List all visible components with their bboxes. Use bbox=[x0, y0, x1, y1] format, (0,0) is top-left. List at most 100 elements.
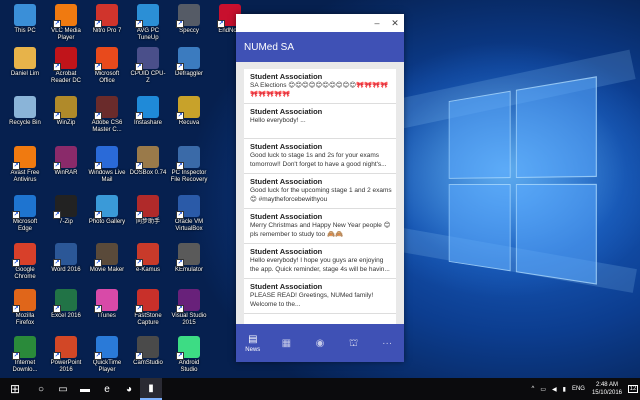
start-button[interactable]: ⊞ bbox=[0, 378, 30, 400]
desktop-shortcut[interactable]: ↗ Oracle VM VirtualBox bbox=[170, 195, 208, 233]
edge-icon: e bbox=[104, 383, 110, 395]
desktop-shortcut[interactable]: ↗ PC Inspector File Recovery bbox=[170, 146, 208, 184]
shortcut-arrow-icon: ↗ bbox=[94, 211, 102, 219]
desktop-shortcut[interactable]: ↗ CPUID CPU-Z bbox=[129, 47, 167, 85]
system-tray: ^ ▭ ◀ ▮ ENG 2:48 AM 15/10/2016 12 bbox=[529, 378, 640, 400]
nav-item-profile[interactable]: ◉ bbox=[303, 324, 337, 362]
news-post-card[interactable]: Student Association Good luck for the upc… bbox=[244, 174, 396, 209]
desktop-shortcut[interactable]: ↗ DOSBox 0.74 bbox=[129, 146, 167, 177]
nav-item-calendar[interactable]: ▦ bbox=[270, 324, 304, 362]
desktop-shortcut[interactable]: ↗ WinRAR bbox=[47, 146, 85, 177]
desktop-shortcut[interactable]: ↗ FastStone Capture bbox=[129, 289, 167, 327]
search-button[interactable]: ○ bbox=[30, 378, 52, 400]
profile-icon: ◉ bbox=[315, 337, 325, 349]
desktop-shortcut[interactable]: ↗ Avast Free Antivirus bbox=[6, 146, 44, 184]
desktop-shortcut[interactable]: ↗ e-Kamus bbox=[129, 243, 167, 274]
desktop-shortcut[interactable]: ↗ Defraggler bbox=[170, 47, 208, 78]
desktop-shortcut[interactable]: ↗ Google Chrome bbox=[6, 243, 44, 281]
battery-icon[interactable]: ▮ bbox=[560, 386, 569, 393]
app-bar: NUMed SA bbox=[236, 32, 404, 62]
desktop-shortcut[interactable]: ↗ Nitro Pro 7 bbox=[88, 4, 126, 35]
user-folder-icon bbox=[14, 47, 36, 69]
minimize-button[interactable]: – bbox=[368, 14, 386, 32]
network-icon[interactable]: ▭ bbox=[537, 386, 549, 393]
shortcut-arrow-icon: ↗ bbox=[53, 63, 61, 71]
shortcut-arrow-icon: ↗ bbox=[135, 162, 143, 170]
desktop-shortcut[interactable]: Daniel Lim bbox=[6, 47, 44, 78]
close-button[interactable]: ✕ bbox=[386, 14, 404, 32]
desktop-shortcut[interactable]: ↗ Excel 2016 bbox=[47, 289, 85, 320]
news-post-card[interactable]: Student Association Hello everybody! I ho… bbox=[244, 244, 396, 279]
news-post-card[interactable]: Student Association PLEASE READ! Greeting… bbox=[244, 279, 396, 314]
desktop-shortcut-label: VLC Media Player bbox=[51, 28, 81, 41]
desktop-shortcut[interactable]: ↗ PowerPoint 2016 bbox=[47, 336, 85, 374]
desktop-shortcut[interactable]: ↗ Mozilla Firefox bbox=[6, 289, 44, 327]
visual-studio-icon: ↗ bbox=[176, 289, 200, 313]
taskbar-app-button[interactable]: ◕ bbox=[118, 378, 140, 400]
desktop-shortcut[interactable]: ↗ Microsoft Office bbox=[88, 47, 126, 85]
more-icon: ··· bbox=[382, 337, 393, 349]
shortcut-arrow-icon: ↗ bbox=[94, 305, 102, 313]
desktop-shortcut[interactable]: ↗ CamStudio bbox=[129, 336, 167, 367]
news-post-card[interactable]: Student Association Merry Christmas and H… bbox=[244, 209, 396, 244]
notification-count: 12 bbox=[627, 385, 639, 393]
chrome-icon: ◕ bbox=[125, 383, 133, 395]
post-title: Student Association bbox=[250, 107, 323, 116]
desktop-shortcut[interactable]: ↗ Internet Downlo... bbox=[6, 336, 44, 374]
window-titlebar[interactable]: – ✕ bbox=[236, 14, 404, 32]
desktop-shortcut-label: Daniel Lim bbox=[10, 71, 40, 77]
news-icon: ▤ bbox=[248, 333, 258, 345]
action-center-button[interactable]: 12 bbox=[626, 378, 640, 400]
desktop-shortcut-label: Recuva bbox=[178, 120, 200, 126]
desktop-shortcut[interactable]: ↗ Movie Maker bbox=[88, 243, 126, 274]
desktop-shortcut[interactable]: ↗ KEmulator bbox=[170, 243, 208, 274]
news-post-card[interactable]: Student Association Good luck to stage 1s… bbox=[244, 139, 396, 174]
nitro-icon: ↗ bbox=[94, 4, 118, 28]
volume-icon[interactable]: ◀ bbox=[549, 386, 560, 393]
taskbar-app-button[interactable]: ▮ bbox=[140, 378, 162, 400]
desktop-shortcut[interactable]: ↗ WinZip bbox=[47, 96, 85, 127]
tray-overflow-chevron-icon[interactable]: ^ bbox=[529, 386, 538, 392]
shortcut-arrow-icon: ↗ bbox=[176, 162, 184, 170]
desktop-shortcut[interactable]: ↗ Android Studio bbox=[170, 336, 208, 374]
taskbar-app-button[interactable]: e bbox=[96, 378, 118, 400]
nav-item-more[interactable]: ··· bbox=[370, 324, 404, 362]
news-post-card[interactable]: Student Association Hello everybody! ... bbox=[244, 104, 396, 139]
news-feed[interactable]: Student Association SA Elections 😊😊😊😊😊😊😊😊… bbox=[236, 62, 404, 324]
taskbar-app-button[interactable]: ▬ bbox=[74, 378, 96, 400]
desktop-shortcut[interactable]: ↗ VLC Media Player bbox=[47, 4, 85, 42]
desktop-shortcut[interactable]: ↗ AVG PC TuneUp bbox=[129, 4, 167, 42]
desktop-shortcut[interactable]: ↗ Windows Live Mail bbox=[88, 146, 126, 184]
desktop-shortcut[interactable]: This PC bbox=[6, 4, 44, 35]
desktop-shortcut-label: WinRAR bbox=[54, 170, 78, 176]
desktop-shortcut[interactable]: ↗ Acrobat Reader DC bbox=[47, 47, 85, 85]
desktop-shortcut[interactable]: ↗ 同步助手 bbox=[129, 195, 167, 226]
news-post-card[interactable]: Student Association SA Elections 😊😊😊😊😊😊😊😊… bbox=[244, 69, 396, 104]
desktop-shortcut-label: PowerPoint 2016 bbox=[50, 360, 82, 373]
desktop-shortcut[interactable]: ↗ Recuva bbox=[170, 96, 208, 127]
nav-item-building[interactable]: ⛫ bbox=[337, 324, 371, 362]
ekamus-icon: ↗ bbox=[135, 243, 159, 267]
shortcut-arrow-icon: ↗ bbox=[94, 63, 102, 71]
desktop-shortcut-label: Defraggler bbox=[174, 71, 203, 77]
kemulator-icon: ↗ bbox=[176, 243, 200, 267]
desktop-shortcut[interactable]: ↗ Microsoft Edge bbox=[6, 195, 44, 233]
desktop-shortcut[interactable]: ↗ Visual Studio 2015 bbox=[170, 289, 208, 327]
desktop-shortcut[interactable]: ↗ Instashare bbox=[129, 96, 167, 127]
desktop-shortcut[interactable]: ↗ Photo Gallery bbox=[88, 195, 126, 226]
shortcut-arrow-icon: ↗ bbox=[53, 162, 61, 170]
desktop-shortcut[interactable]: ↗ Adobe CS6 Master C... bbox=[88, 96, 126, 134]
sync-helper-icon: ↗ bbox=[135, 195, 159, 219]
desktop-shortcut[interactable]: ↗ 7-Zip bbox=[47, 195, 85, 226]
desktop-shortcut[interactable]: ↗ iTunes bbox=[88, 289, 126, 320]
nav-item-news[interactable]: ▤ News bbox=[236, 324, 270, 362]
desktop-shortcut-label: PC Inspector File Recovery bbox=[170, 170, 208, 183]
desktop-shortcut[interactable]: ↗ Word 2016 bbox=[47, 243, 85, 274]
clock[interactable]: 2:48 AM 15/10/2016 bbox=[588, 381, 626, 397]
desktop-shortcut[interactable]: ↗ Speccy bbox=[170, 4, 208, 35]
language-indicator[interactable]: ENG bbox=[569, 386, 588, 392]
task-view-button[interactable]: ▭ bbox=[52, 378, 74, 400]
shortcut-arrow-icon: ↗ bbox=[12, 162, 20, 170]
desktop-shortcut[interactable]: ↗ QuickTime Player bbox=[88, 336, 126, 374]
desktop-shortcut[interactable]: Recycle Bin bbox=[6, 96, 44, 127]
